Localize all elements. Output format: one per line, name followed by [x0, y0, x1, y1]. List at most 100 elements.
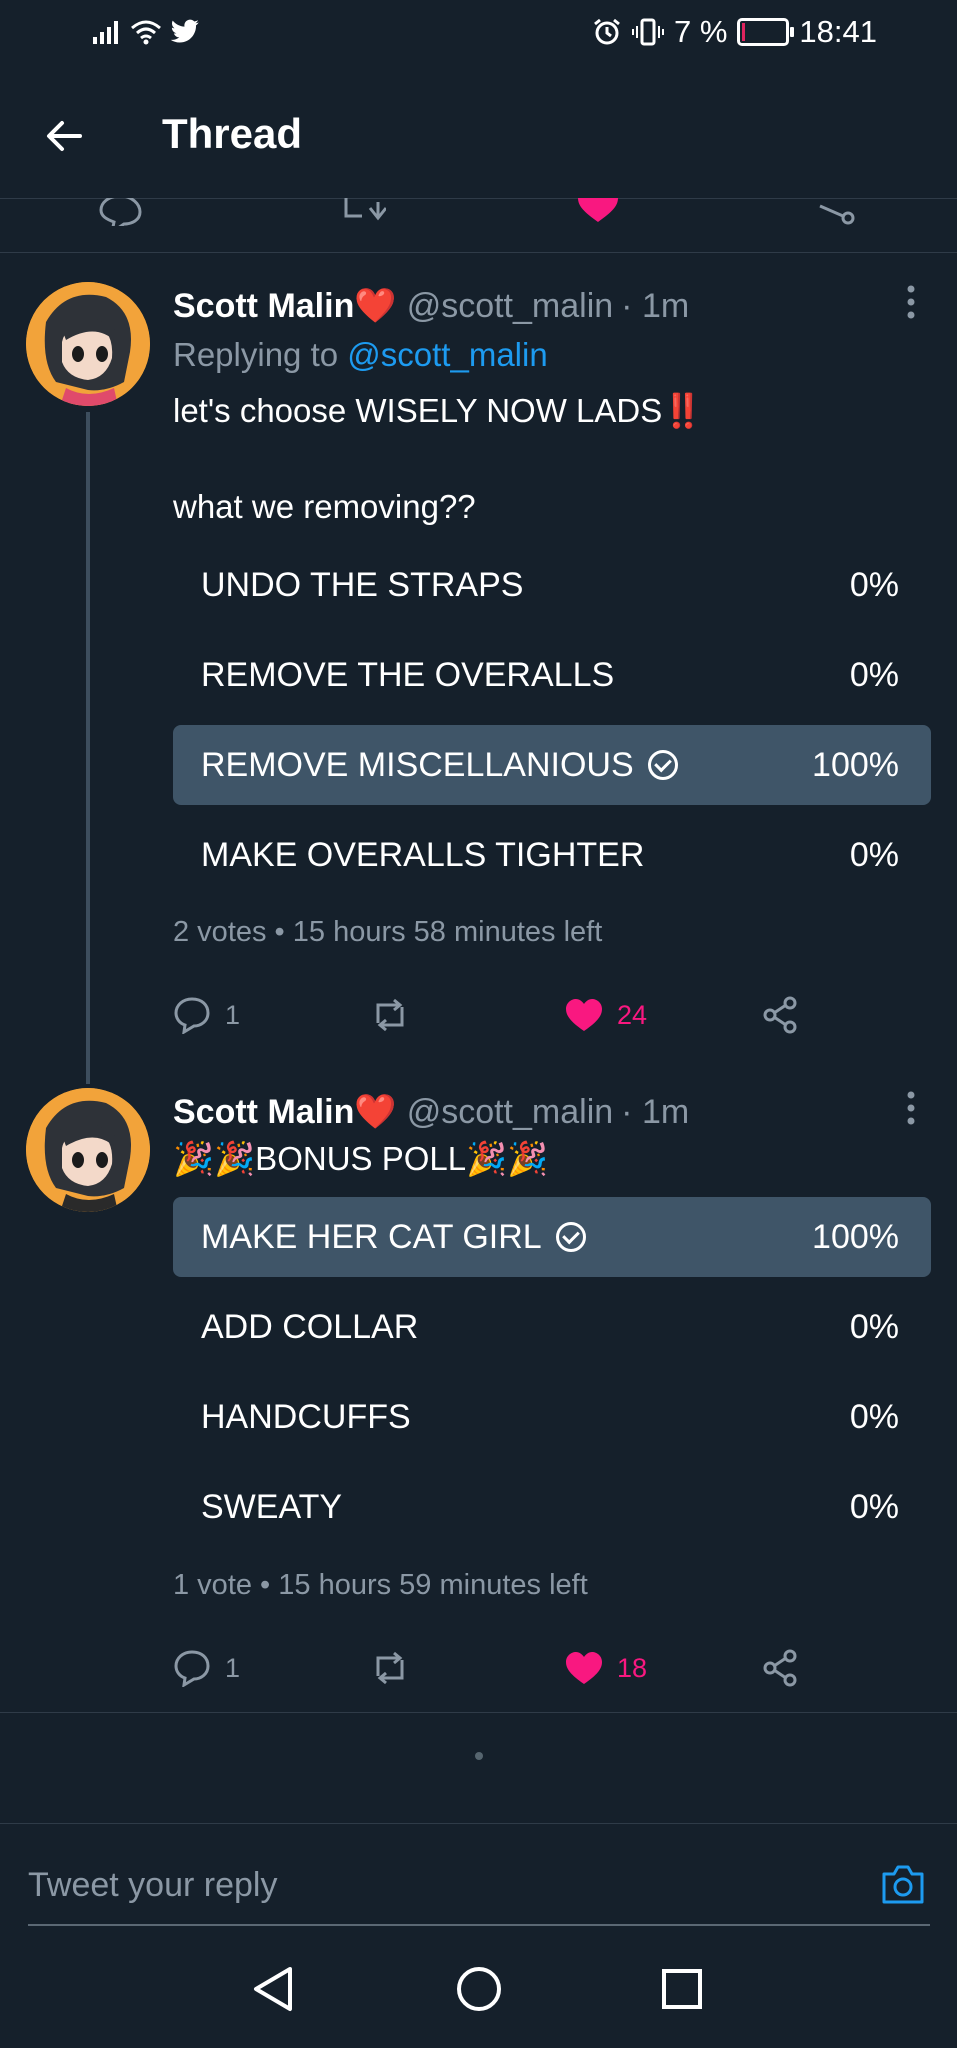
like-action[interactable]: 24	[565, 997, 761, 1033]
retweet-action[interactable]	[369, 997, 565, 1033]
tweet-text-line-2: what we removing??	[173, 488, 476, 525]
reply-count: 1	[225, 999, 241, 1030]
poll-meta: 1 vote • 15 hours 59 minutes left	[173, 1569, 588, 1601]
tweet-time: · 1m	[621, 1092, 690, 1131]
tweet-text: let's choose WISELY NOW LADS	[173, 392, 663, 429]
poll-option-percent: 0%	[849, 835, 899, 874]
poll-option-label: MAKE OVERALLS TIGHTER	[201, 835, 645, 874]
tweet-time: · 1m	[621, 286, 690, 325]
tweet-text-line-1: let's choose WISELY NOW LADS‼️	[173, 392, 703, 431]
poll-option[interactable]: SWEATY 0%	[173, 1467, 931, 1547]
app-header: Thread	[0, 72, 957, 199]
tweet-2-header: Scott Malin ❤️ @scott_malin · 1m	[173, 1092, 689, 1132]
poll-meta: 2 votes • 15 hours 58 minutes left	[173, 916, 603, 948]
tweet-1-header: Scott Malin ❤️ @scott_malin · 1m	[173, 286, 689, 326]
share-action[interactable]	[761, 996, 799, 1034]
reply-input[interactable]	[28, 1862, 818, 1908]
avatar[interactable]	[26, 282, 150, 406]
poll-option-percent: 100%	[812, 745, 899, 784]
poll-option[interactable]: ADD COLLAR 0%	[173, 1287, 931, 1367]
poll-option-label: UNDO THE STRAPS	[201, 565, 524, 604]
signal-icon	[93, 21, 118, 44]
user-handle[interactable]: @scott_malin	[407, 287, 613, 326]
poll-option-percent: 0%	[849, 1307, 899, 1346]
more-options-icon[interactable]	[906, 1090, 916, 1126]
retweet-icon	[376, 998, 404, 1032]
poll-option-percent: 0%	[849, 565, 899, 604]
battery-fill	[742, 23, 746, 41]
display-name[interactable]: Scott Malin	[173, 287, 354, 326]
more-options-icon[interactable]	[906, 284, 916, 320]
poll-option[interactable]: UNDO THE STRAPS 0%	[173, 545, 931, 625]
poll-option-winner[interactable]: REMOVE MISCELLANIOUS 100%	[173, 725, 931, 805]
share-icon[interactable]	[814, 198, 858, 226]
poll-option-label: HANDCUFFS	[201, 1397, 411, 1436]
clock: 18:41	[799, 14, 877, 49]
alarm-icon	[594, 18, 620, 45]
replying-to-label: Replying to	[173, 336, 339, 373]
wifi-icon	[131, 20, 161, 45]
reply-composer	[0, 1823, 957, 1926]
system-nav-bar	[0, 1925, 957, 2048]
divider	[0, 1712, 957, 1713]
avatar[interactable]	[26, 1088, 150, 1212]
heart-filled-icon	[566, 999, 602, 1031]
poll-option-label: REMOVE THE OVERALLS	[201, 655, 615, 694]
poll-option-percent: 100%	[812, 1217, 899, 1256]
tweet-actions: 1 24	[173, 990, 799, 1040]
share-icon	[763, 996, 797, 1034]
check-circle-icon	[647, 750, 678, 780]
reply-icon	[174, 1650, 210, 1687]
replying-to-handle-link[interactable]: @scott_malin	[347, 336, 547, 373]
reply-action[interactable]: 1	[173, 996, 369, 1034]
poll-option[interactable]: HANDCUFFS 0%	[173, 1377, 931, 1457]
camera-icon[interactable]	[880, 1862, 926, 1906]
poll-option-winner[interactable]: MAKE HER CAT GIRL 100%	[173, 1197, 931, 1277]
thread-connector-line	[86, 412, 90, 1084]
nav-recents-icon[interactable]	[660, 1967, 704, 2011]
poll-option-percent: 0%	[849, 655, 899, 694]
like-count: 18	[617, 1652, 648, 1683]
share-action[interactable]	[761, 1649, 799, 1687]
reply-action[interactable]: 1	[173, 1649, 369, 1687]
like-count: 24	[617, 999, 648, 1030]
tweet-actions: 1 18	[173, 1643, 799, 1693]
poll-option-percent: 0%	[849, 1397, 899, 1436]
share-icon	[763, 1649, 797, 1687]
tweet-text-line-1: 🎉🎉BONUS POLL🎉🎉	[173, 1140, 549, 1177]
nav-back-icon[interactable]	[250, 1965, 296, 2013]
status-bar: 7 % 18:41	[0, 0, 957, 72]
poll-option-label: SWEATY	[201, 1487, 343, 1526]
poll-option-label-group: REMOVE MISCELLANIOUS	[201, 746, 678, 785]
poll-option-label-group: MAKE HER CAT GIRL	[201, 1218, 586, 1257]
check-circle-icon	[555, 1222, 586, 1252]
poll-option-label: MAKE HER CAT GIRL	[201, 1217, 542, 1256]
battery-icon	[737, 18, 795, 46]
status-bar-right: 7 % 18:41	[592, 14, 877, 50]
poll-option-label: ADD COLLAR	[201, 1307, 419, 1346]
loading-dot	[475, 1752, 483, 1760]
back-arrow-icon[interactable]	[40, 112, 88, 160]
reply-count: 1	[225, 1652, 241, 1683]
previous-tweet-actions	[0, 198, 957, 253]
heart-filled-icon	[566, 1652, 602, 1684]
reply-icon[interactable]	[98, 198, 142, 226]
poll-option-label: REMOVE MISCELLANIOUS	[201, 745, 634, 784]
nav-home-icon[interactable]	[455, 1965, 503, 2013]
display-name[interactable]: Scott Malin	[173, 1093, 354, 1132]
poll-option[interactable]: REMOVE THE OVERALLS 0%	[173, 635, 931, 715]
twitter-bird-icon	[170, 19, 199, 43]
heart-emoji: ❤️	[354, 1093, 397, 1131]
reply-icon	[174, 997, 210, 1034]
page-title: Thread	[162, 110, 303, 157]
like-action[interactable]: 18	[565, 1650, 761, 1686]
poll-option-percent: 0%	[849, 1487, 899, 1526]
status-bar-left	[92, 18, 200, 46]
poll-option[interactable]: MAKE OVERALLS TIGHTER 0%	[173, 815, 931, 895]
retweet-icon[interactable]	[338, 198, 386, 226]
retweet-action[interactable]	[369, 1650, 565, 1686]
heart-filled-icon[interactable]	[576, 198, 620, 226]
battery-percent: 7 %	[674, 14, 728, 49]
vibrate-icon	[632, 18, 664, 46]
user-handle[interactable]: @scott_malin	[407, 1093, 613, 1132]
